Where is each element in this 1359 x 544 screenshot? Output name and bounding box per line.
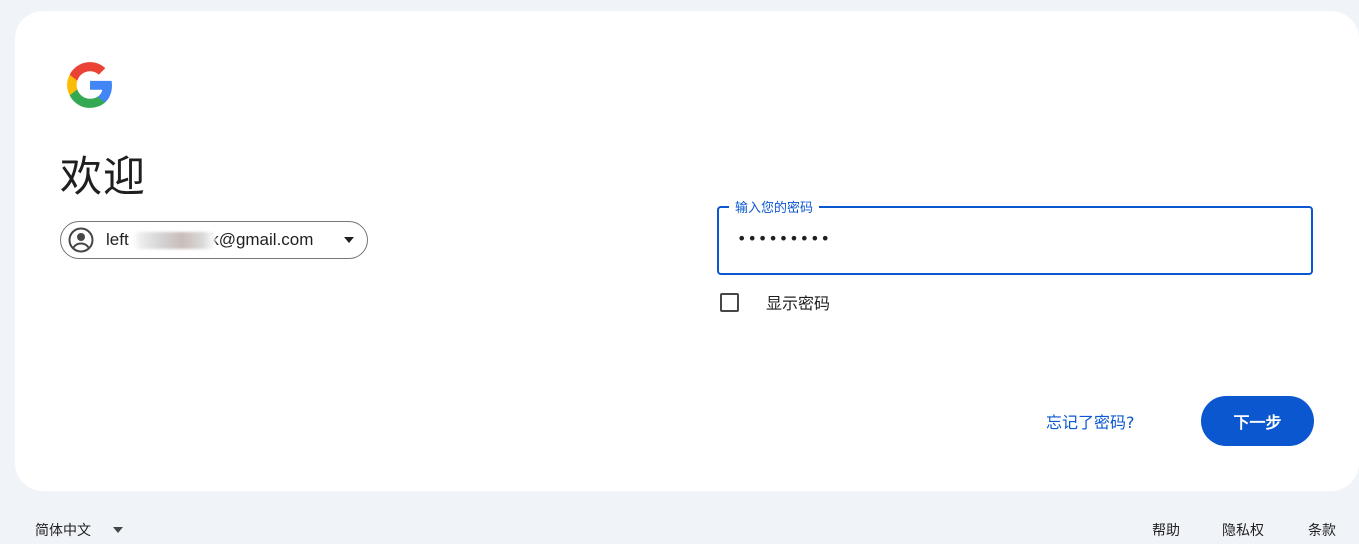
account-email-prefix: left bbox=[106, 230, 129, 249]
password-input[interactable]: ••••••••• bbox=[737, 229, 831, 248]
language-label: 简体中文 bbox=[35, 523, 91, 539]
show-password-checkbox[interactable] bbox=[720, 292, 739, 312]
signin-card: 欢迎 left ck@gmail.com 输入您的密码 ••••••••• 显示密… bbox=[15, 11, 1359, 491]
show-password-toggle[interactable]: 显示密码 bbox=[720, 290, 830, 314]
account-email: left ck@gmail.com bbox=[106, 230, 313, 250]
show-password-label: 显示密码 bbox=[766, 294, 831, 313]
footer-link-help[interactable]: 帮助 bbox=[1152, 520, 1180, 540]
account-circle-icon bbox=[68, 227, 94, 253]
footer-link-privacy[interactable]: 隐私权 bbox=[1222, 520, 1264, 540]
redaction-blur bbox=[133, 232, 215, 249]
page-title: 欢迎 bbox=[60, 152, 147, 201]
account-chooser-chip[interactable]: left ck@gmail.com bbox=[60, 221, 368, 259]
next-button[interactable]: 下一步 bbox=[1201, 396, 1314, 446]
google-logo bbox=[67, 62, 112, 108]
account-email-suffix: ck@gmail.com bbox=[201, 230, 314, 249]
caret-down-icon bbox=[113, 527, 123, 533]
password-label: 输入您的密码 bbox=[729, 197, 820, 216]
caret-down-icon bbox=[344, 237, 354, 243]
forgot-password-link[interactable]: 忘记了密码? bbox=[1046, 409, 1135, 433]
footer-link-terms[interactable]: 条款 bbox=[1308, 520, 1336, 540]
language-selector[interactable]: 简体中文 bbox=[35, 520, 123, 540]
password-field[interactable]: 输入您的密码 ••••••••• bbox=[717, 197, 1313, 275]
